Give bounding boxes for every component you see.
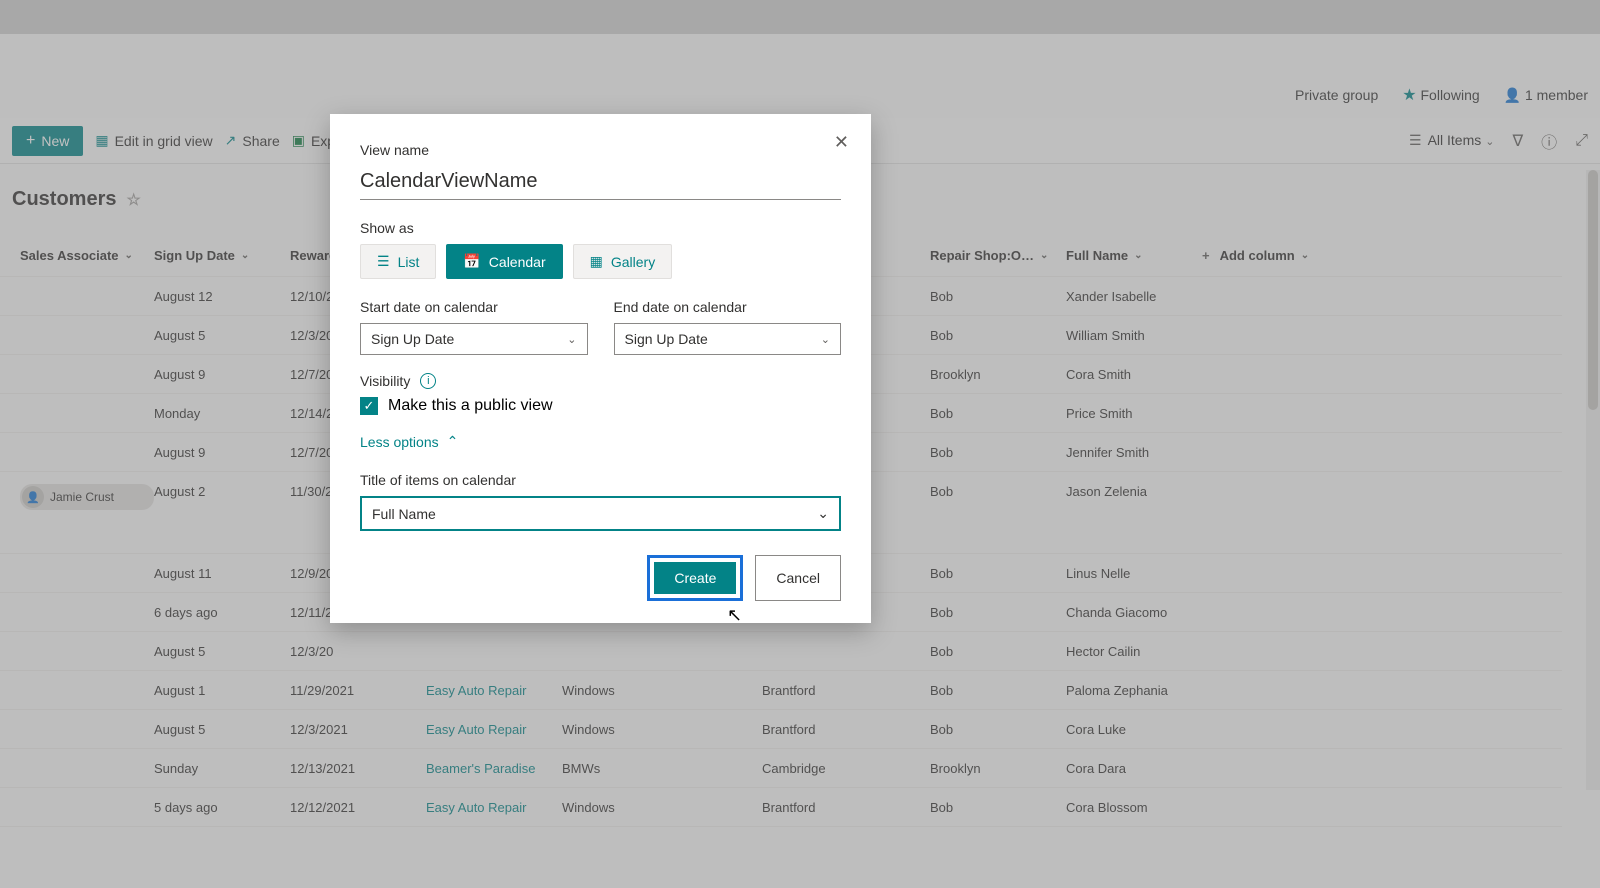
cancel-button[interactable]: Cancel <box>755 555 841 601</box>
chevron-down-icon: ⌄ <box>821 333 830 346</box>
start-date-value: Sign Up Date <box>371 331 454 347</box>
dialog-footer: Create Cancel <box>360 555 841 601</box>
close-button[interactable]: ✕ <box>834 132 849 153</box>
start-date-select[interactable]: Sign Up Date ⌄ <box>360 323 588 355</box>
chevron-down-icon: ⌄ <box>567 333 576 346</box>
less-options-toggle[interactable]: Less options ⌃ <box>360 433 841 450</box>
calendar-icon: 📅 <box>463 253 480 270</box>
show-as-list[interactable]: ☰ List <box>360 244 436 279</box>
title-items-select[interactable]: Full Name ⌄ <box>360 496 841 531</box>
start-date-label: Start date on calendar <box>360 299 588 315</box>
chevron-down-icon: ⌄ <box>817 505 829 522</box>
info-icon[interactable]: i <box>420 373 436 389</box>
show-as-gallery-label: Gallery <box>611 254 655 270</box>
create-view-dialog: ✕ View name Show as ☰ List 📅 Calendar ▦ Gal… <box>330 114 871 623</box>
visibility-label: Visibility <box>360 373 410 389</box>
end-date-label: End date on calendar <box>614 299 842 315</box>
show-as-label: Show as <box>360 220 841 236</box>
view-name-input[interactable] <box>360 166 841 200</box>
title-items-value: Full Name <box>372 506 436 522</box>
end-date-value: Sign Up Date <box>625 331 708 347</box>
list-icon: ☰ <box>377 253 390 270</box>
view-name-label: View name <box>360 142 841 158</box>
show-as-calendar[interactable]: 📅 Calendar <box>446 244 562 279</box>
chevron-up-icon: ⌃ <box>447 433 459 450</box>
show-as-list-label: List <box>398 254 420 270</box>
show-as-group: ☰ List 📅 Calendar ▦ Gallery <box>360 244 841 279</box>
public-view-checkbox[interactable]: ✓ <box>360 397 378 415</box>
public-view-label: Make this a public view <box>388 397 553 415</box>
create-button[interactable]: Create <box>654 562 736 594</box>
show-as-calendar-label: Calendar <box>489 254 546 270</box>
less-options-label: Less options <box>360 434 439 450</box>
create-button-highlight: Create <box>647 555 743 601</box>
show-as-gallery[interactable]: ▦ Gallery <box>573 244 673 279</box>
end-date-select[interactable]: Sign Up Date ⌄ <box>614 323 842 355</box>
gallery-icon: ▦ <box>590 253 603 270</box>
title-items-label: Title of items on calendar <box>360 472 841 488</box>
